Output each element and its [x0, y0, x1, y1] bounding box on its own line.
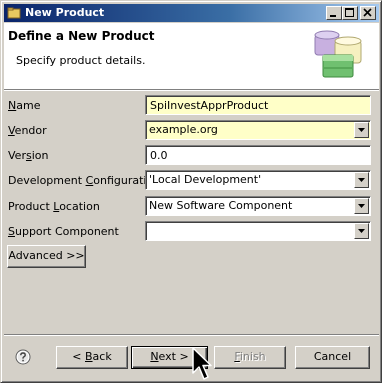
location-combo[interactable]: New Software Component — [145, 196, 371, 216]
banner-divider — [4, 89, 379, 91]
vendor-value[interactable]: example.org — [149, 123, 218, 136]
dev-config-label: Development Configuration — [8, 174, 161, 187]
vendor-combo[interactable]: example.org — [145, 120, 371, 140]
location-label: Product Location — [8, 200, 100, 213]
chevron-down-icon — [358, 229, 365, 233]
button-bar-divider — [4, 334, 379, 336]
window-title: New Product — [25, 6, 105, 19]
chevron-down-icon — [358, 204, 365, 208]
mouse-pointer-icon — [192, 347, 212, 380]
page-description: Specify product details. — [16, 54, 146, 67]
version-field[interactable] — [145, 145, 371, 165]
finish-button[interactable]: Finish — [214, 346, 286, 369]
wizard-banner: Define a New Product Specify product det… — [4, 23, 379, 89]
location-value[interactable]: New Software Component — [149, 199, 292, 212]
support-combo[interactable] — [145, 221, 371, 241]
minimize-icon — [330, 15, 336, 17]
name-input[interactable] — [148, 97, 352, 113]
advanced-button-label: Advanced >> — [8, 249, 85, 262]
chevron-down-icon — [358, 128, 365, 132]
cancel-button[interactable]: Cancel — [295, 346, 370, 369]
version-input[interactable] — [148, 147, 352, 163]
location-dropdown-button[interactable] — [354, 198, 369, 214]
name-label: Name — [8, 99, 41, 112]
version-label: Version — [8, 149, 49, 162]
folder-window-icon — [7, 7, 21, 19]
advanced-button[interactable]: Advanced >> — [7, 245, 86, 268]
title-bar[interactable]: New Product — [4, 4, 379, 22]
minimize-button[interactable] — [326, 6, 342, 20]
support-dropdown-button[interactable] — [354, 223, 369, 239]
close-button[interactable] — [360, 6, 376, 20]
maximize-icon — [345, 8, 354, 17]
vendor-label: Vendor — [8, 124, 47, 137]
support-label: Support Component — [8, 225, 119, 238]
help-icon[interactable] — [15, 349, 31, 365]
dev-config-combo[interactable]: 'Local Development' — [145, 170, 371, 190]
vendor-dropdown-button[interactable] — [354, 122, 369, 138]
page-heading: Define a New Product — [8, 29, 155, 43]
back-button[interactable]: < Back — [56, 346, 128, 369]
new-product-dialog: New Product Define a New Product Specify… — [0, 0, 382, 383]
name-field[interactable] — [145, 95, 371, 115]
dev-config-value[interactable]: 'Local Development' — [149, 173, 261, 186]
dev-config-dropdown-button[interactable] — [354, 172, 369, 188]
maximize-button[interactable] — [342, 6, 358, 20]
chevron-down-icon — [358, 178, 365, 182]
database-stack-icon — [314, 30, 362, 78]
close-icon — [363, 8, 372, 17]
